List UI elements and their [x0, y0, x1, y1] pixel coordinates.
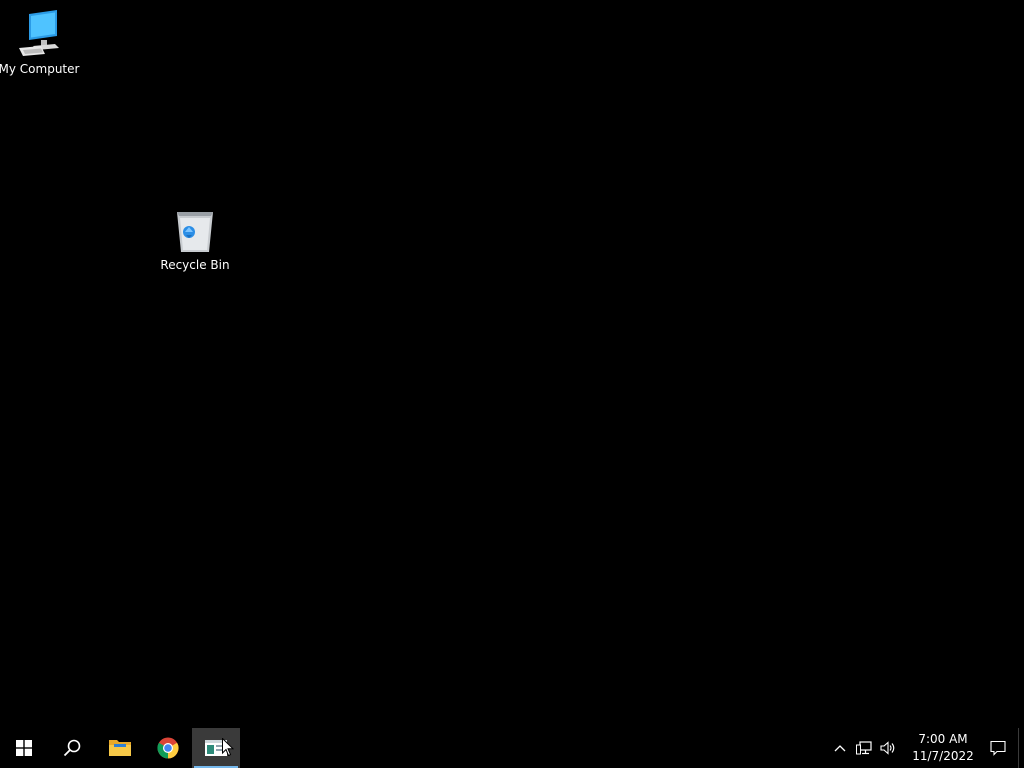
- speaker-icon: [880, 741, 895, 755]
- clock-date: 11/7/2022: [912, 749, 974, 763]
- search-button[interactable]: [48, 728, 96, 768]
- system-tray: 7:00 AM 11/7/2022: [828, 728, 1024, 768]
- tray-overflow-button[interactable]: [828, 728, 852, 768]
- desktop-icon-my-computer[interactable]: My Computer: [0, 10, 80, 76]
- desktop[interactable]: My Computer Recycle Bin: [0, 0, 1024, 728]
- windows-logo-icon: [16, 740, 32, 756]
- desktop-icon-recycle-bin[interactable]: Recycle Bin: [156, 206, 234, 272]
- computer-icon: [19, 10, 59, 56]
- desktop-icon-label: Recycle Bin: [160, 258, 230, 272]
- search-icon: [63, 739, 81, 757]
- show-desktop-button[interactable]: [1018, 728, 1024, 768]
- app-window-icon: [205, 740, 227, 756]
- taskbar: 7:00 AM 11/7/2022: [0, 728, 1024, 768]
- start-button[interactable]: [0, 728, 48, 768]
- action-center-button[interactable]: [978, 728, 1018, 768]
- clock[interactable]: 7:00 AM 11/7/2022: [908, 728, 978, 768]
- clock-time: 7:00 AM: [918, 732, 968, 746]
- file-explorer-icon: [109, 740, 131, 756]
- volume-button[interactable]: [876, 728, 900, 768]
- chrome-button[interactable]: [144, 728, 192, 768]
- desktop-icon-label: My Computer: [0, 62, 80, 76]
- app-window-button[interactable]: [192, 728, 240, 768]
- action-center-icon: [990, 740, 1006, 756]
- network-icon: [856, 741, 872, 755]
- network-button[interactable]: [852, 728, 876, 768]
- recycle-bin-icon: [177, 212, 213, 252]
- chevron-up-icon: [834, 745, 846, 752]
- chrome-icon: [157, 737, 179, 759]
- file-explorer-button[interactable]: [96, 728, 144, 768]
